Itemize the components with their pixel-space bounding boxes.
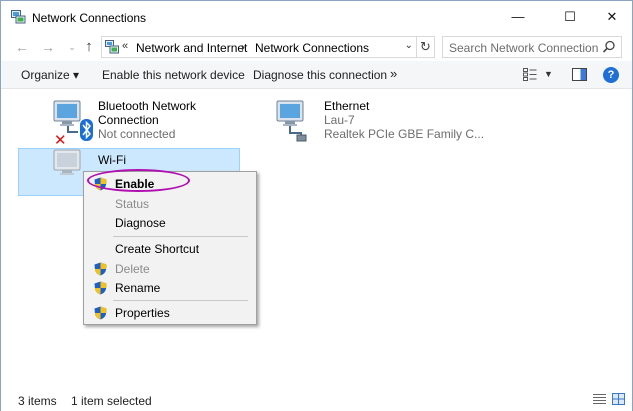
- window-title: Network Connections: [32, 11, 147, 25]
- address-dropdown-icon[interactable]: ⌄: [405, 40, 413, 51]
- menu-separator: [113, 300, 248, 301]
- status-bar: 3 items 1 item selected: [1, 387, 632, 411]
- menu-item-label: Create Shortcut: [115, 242, 200, 256]
- connection-name: Bluetooth Network Connection: [98, 99, 208, 127]
- large-icons-view-icon[interactable]: [612, 393, 625, 405]
- network-connections-app-icon: [11, 10, 26, 24]
- maximize-button[interactable]: ☐: [547, 1, 593, 32]
- change-view-icon[interactable]: [523, 68, 537, 81]
- uac-shield-icon: [94, 281, 107, 295]
- menu-item-label: Status: [115, 197, 150, 211]
- menu-item-create-shortcut[interactable]: Create Shortcut: [84, 239, 256, 259]
- uac-shield-icon: [94, 262, 107, 276]
- connection-status: Not connected: [98, 127, 176, 141]
- title-bar[interactable]: Network Connections — ☐ ✕: [1, 1, 632, 33]
- ethernet-network-icon: [273, 99, 321, 150]
- breadcrumb-chevron[interactable]: ›: [241, 40, 245, 54]
- svg-text:✕: ✕: [54, 131, 67, 147]
- menu-item-status: Status: [84, 194, 256, 214]
- view-options-dropdown[interactable]: ▼: [544, 69, 553, 79]
- bluetooth-connection-name: Bluetooth Network Connection: [98, 99, 197, 127]
- address-bar[interactable]: « Network and Internet › Network Connect…: [101, 36, 417, 58]
- help-icon[interactable]: ?: [603, 67, 619, 83]
- ethernet-adapter-name: Realtek PCIe GBE Family C...: [324, 127, 485, 141]
- menu-item-delete: Delete: [84, 259, 256, 279]
- recent-locations-button[interactable]: ⌄: [63, 38, 81, 56]
- minimize-button[interactable]: —: [495, 1, 541, 32]
- wifi-connection-name: Wi-Fi: [98, 153, 126, 167]
- preview-pane-icon[interactable]: [572, 68, 587, 81]
- connection-item-ethernet[interactable]: Ethernet Lau-7 Realtek PCIe GBE Family C…: [243, 99, 484, 150]
- details-view-icon[interactable]: [593, 393, 606, 405]
- connections-list: ✕ Bluetooth Network Connection Not conne…: [1, 89, 632, 387]
- back-button[interactable]: ←: [13, 38, 31, 56]
- diagnose-connection-button[interactable]: Diagnose this connection: [253, 68, 387, 82]
- selection-count: 1 item selected: [71, 394, 152, 408]
- breadcrumb-network-connections[interactable]: Network Connections: [255, 41, 369, 55]
- item-count: 3 items: [18, 394, 57, 408]
- menu-separator: [113, 236, 248, 237]
- menu-item-label: Properties: [115, 306, 170, 320]
- breadcrumb-network-and-internet[interactable]: Network and Internet: [136, 41, 247, 55]
- connection-item-bluetooth[interactable]: ✕ Bluetooth Network Connection Not conne…: [18, 99, 248, 149]
- control-panel-icon: [105, 40, 119, 54]
- breadcrumb-overflow[interactable]: «: [122, 40, 128, 52]
- command-bar: Organize ▾ Enable this network device Di…: [1, 61, 632, 89]
- menu-item-label: Diagnose: [115, 216, 166, 230]
- address-row: ← → ⌄ ↑ « Network and Internet › Network…: [1, 33, 632, 61]
- more-commands-button[interactable]: »: [390, 66, 397, 81]
- context-menu: Enable Status Diagnose Create Shortcut D…: [83, 171, 257, 325]
- highlight-annotation-ring: [87, 169, 190, 192]
- menu-item-properties[interactable]: Properties: [84, 303, 256, 323]
- bluetooth-network-icon: ✕: [48, 99, 96, 150]
- forward-button[interactable]: →: [39, 38, 57, 56]
- close-button[interactable]: ✕: [589, 1, 633, 32]
- menu-item-label: Rename: [115, 281, 161, 295]
- menu-item-rename[interactable]: Rename: [84, 278, 256, 298]
- search-icon[interactable]: [602, 40, 616, 54]
- ethernet-network-name: Lau-7: [324, 113, 355, 127]
- menu-item-diagnose[interactable]: Diagnose: [84, 213, 256, 233]
- uac-shield-icon: [94, 306, 107, 320]
- menu-item-label: Delete: [115, 262, 150, 276]
- up-button[interactable]: ↑: [80, 38, 98, 56]
- enable-device-button[interactable]: Enable this network device: [102, 68, 245, 82]
- search-input[interactable]: [449, 40, 599, 55]
- refresh-button[interactable]: ↻: [417, 36, 435, 58]
- ethernet-connection-name: Ethernet: [324, 99, 370, 113]
- explorer-window: Network Connections — ☐ ✕ ← → ⌄ ↑ « Netw…: [0, 0, 633, 411]
- search-box[interactable]: [442, 36, 622, 58]
- organize-menu-button[interactable]: Organize ▾: [21, 68, 79, 82]
